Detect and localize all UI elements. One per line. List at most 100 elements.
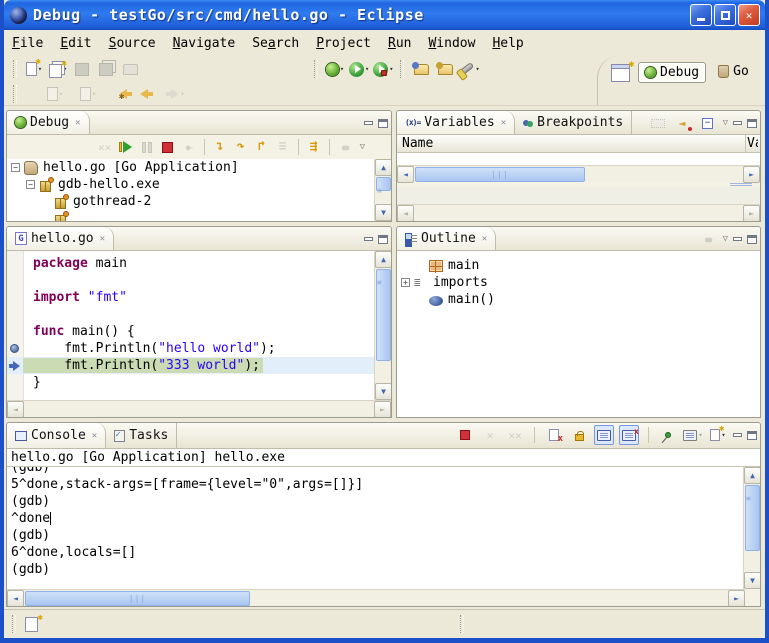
close-button[interactable]: ✕ [738,4,760,26]
external-tools-button[interactable]: ▾ [372,58,394,80]
dropdown-icon[interactable]: ▾ [340,65,344,73]
tree-row[interactable]: −gdb-hello.exe [7,176,391,193]
column-divider[interactable] [745,135,746,153]
collapse-icon[interactable]: − [26,180,35,189]
scroll-down-icon[interactable]: ▼ [375,204,391,221]
menu-help[interactable]: Help [492,34,532,53]
toolbar-drag-handle[interactable] [13,60,17,78]
debug-launch-button[interactable]: ▾ [324,58,346,80]
console-terminate-button[interactable] [455,425,475,445]
menu-project[interactable]: Project [316,34,380,53]
scroll-up-icon[interactable]: ▲ [375,159,391,176]
maximize-view-button[interactable] [747,235,757,244]
menu-file[interactable]: File [12,34,52,53]
expand-icon[interactable]: + [401,278,410,287]
close-icon[interactable]: ✕ [100,234,105,244]
minimize-view-button[interactable] [733,121,742,125]
menu-source[interactable]: Source [109,34,165,53]
variables-horizontal-scrollbar[interactable]: ◄ ||| ► [397,165,760,182]
editor-body[interactable]: package main import "fmt" func main() { fm… [7,251,391,400]
code-line[interactable] [7,306,374,323]
fast-view-icon[interactable]: ✱ [25,617,38,632]
view-menu-icon[interactable]: ▽ [360,142,365,152]
tree-row[interactable]: main() [397,291,760,308]
pin-console-button[interactable] [658,425,678,445]
close-icon[interactable]: ✕ [75,118,80,128]
step-return-button[interactable]: ↱ [252,137,272,157]
tree-row[interactable]: gothread-2 [7,193,391,210]
close-icon[interactable]: ✕ [482,234,487,244]
code-line[interactable] [7,272,374,289]
ruler-cell[interactable] [7,340,23,357]
collapse-all-button[interactable]: − [698,113,718,133]
code-line[interactable]: } [7,374,374,391]
code-text[interactable]: } [23,375,41,390]
editor-vertical-scrollbar[interactable]: ▲ ≡ ▼ [374,251,391,400]
ruler-cell[interactable] [7,357,23,374]
tree-row[interactable]: main [397,257,760,274]
view-menu-icon[interactable]: ▽ [723,118,728,128]
menu-edit[interactable]: Edit [60,34,100,53]
menu-search[interactable]: Search [252,34,308,53]
column-value[interactable]: Value [747,136,758,151]
close-icon[interactable]: ✕ [501,118,506,128]
scroll-up-icon[interactable]: ▲ [744,467,761,484]
console-line[interactable]: ^done [11,510,743,527]
toolbar-drag-handle[interactable] [13,85,17,103]
menu-navigate[interactable]: Navigate [173,34,245,53]
debug-vertical-scrollbar[interactable]: ▲ ≡ ▼ [374,159,391,221]
tab-debug[interactable]: Debug ✕ [7,111,90,134]
console-line[interactable]: 6^done,locals=[] [11,544,743,561]
breakpoint-icon[interactable] [10,344,19,353]
show-stdout-button[interactable] [594,425,614,445]
console-line[interactable]: (gdb) [11,561,743,578]
maximize-view-button[interactable] [747,119,757,128]
step-over-button[interactable]: ↷ [231,137,251,157]
console-line[interactable]: (gdb) [11,467,743,476]
scroll-down-icon[interactable]: ▼ [744,572,761,589]
scrollbar-thumb[interactable]: ≡ [745,485,760,551]
code-line[interactable]: func main() { [7,323,374,340]
code-text[interactable]: func main() { [23,324,135,339]
column-name[interactable]: Name [402,136,433,151]
code-line[interactable]: fmt.Println("333 world"); [7,357,374,374]
tab-tasks[interactable]: Tasks [106,423,177,448]
use-step-filters-button[interactable]: ⇶ [304,137,324,157]
run-button[interactable]: ▾ [348,58,370,80]
new-wizard-button[interactable]: ✱▾ [23,58,45,80]
close-icon[interactable]: ✕ [92,431,97,441]
scroll-right-icon[interactable]: ► [743,166,760,183]
titlebar[interactable]: Debug - testGo/src/cmd/hello.go - Eclips… [4,0,765,30]
display-console-button[interactable]: ▾ [683,425,703,445]
open-perspective-button[interactable]: ✱ [609,62,631,84]
ruler-cell[interactable] [7,306,23,323]
toolbar-drag-handle[interactable] [400,60,404,78]
ruler-cell[interactable] [7,272,23,289]
search-button[interactable]: ▾ [458,58,480,80]
console-line[interactable]: (gdb) [11,527,743,544]
code-text[interactable]: import "fmt" [23,290,127,305]
console-text-area[interactable]: (gdb)5^done,stack-args=[frame={level="0"… [7,467,743,589]
clear-console-button[interactable]: x [544,425,564,445]
dropdown-icon[interactable]: ▾ [365,65,369,73]
show-type-names-button[interactable]: ⇥ [673,113,693,133]
ruler-cell[interactable] [7,374,23,391]
step-into-button[interactable]: ↴ [210,137,230,157]
ruler-cell[interactable] [7,289,23,306]
ruler-cell[interactable] [7,255,23,272]
maximize-button[interactable] [714,4,736,26]
minimize-view-button[interactable] [364,121,373,125]
perspective-go-button[interactable]: Go [712,62,755,81]
dropdown-icon[interactable]: ▾ [475,65,479,73]
console-line[interactable]: (gdb) [11,493,743,510]
tab-console[interactable]: Console ✕ [7,423,106,448]
scroll-down-icon[interactable]: ▼ [375,383,391,400]
minimize-button[interactable] [690,4,712,26]
scrollbar-thumb[interactable]: ≡ [376,177,391,191]
maximize-view-button[interactable] [747,431,757,440]
variables-detail-pane[interactable]: ◄ ► [397,187,760,221]
tree-row[interactable]: +≣imports [397,274,760,291]
code-text[interactable]: package main [23,256,127,271]
last-edit-location-button[interactable]: ✱ [112,83,134,105]
code-line[interactable]: import "fmt" [7,289,374,306]
